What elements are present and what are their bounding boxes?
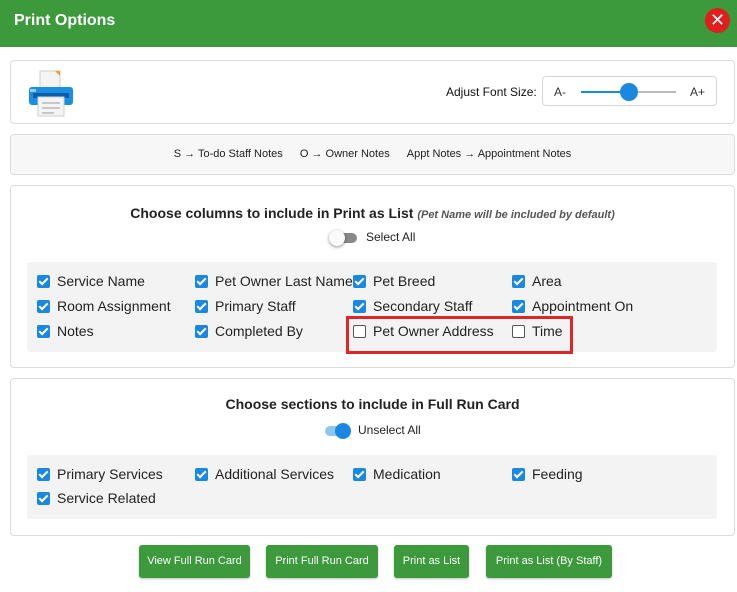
close-icon: ✕ [709, 10, 726, 30]
close-button[interactable]: ✕ [705, 8, 730, 33]
unselect-all-label: Unselect All [358, 423, 421, 438]
columns-title-text: Choose columns to include in Print as Li… [130, 205, 414, 221]
columns-title: Choose columns to include in Print as Li… [11, 205, 734, 221]
checkbox[interactable] [195, 275, 208, 288]
select-all-toggle-row[interactable]: Select All [329, 230, 415, 246]
highlight-box [346, 316, 573, 354]
checkbox[interactable] [195, 300, 208, 313]
notes-legend-panel: S → To-do Staff Notes O → Owner Notes Ap… [10, 134, 735, 175]
font-decrease-button[interactable]: A- [554, 85, 566, 99]
unselect-all-toggle[interactable] [321, 423, 351, 439]
notes-legend: S → To-do Staff Notes O → Owner Notes Ap… [11, 148, 734, 160]
checkbox[interactable] [512, 275, 525, 288]
checkbox[interactable] [353, 275, 366, 288]
select-all-toggle[interactable] [329, 230, 359, 246]
font-size-control: A- A+ [542, 76, 717, 106]
font-size-label: Adjust Font Size: [446, 85, 537, 99]
legend-item-staff-notes: S → To-do Staff Notes [173, 148, 283, 160]
slider-thumb[interactable] [619, 83, 638, 101]
font-size-slider[interactable] [581, 83, 676, 101]
sections-checkbox-grid: Primary Services Additional Services Med… [27, 455, 717, 519]
dialog-title: Print Options [14, 12, 116, 29]
view-full-run-card-button[interactable]: View Full Run Card [139, 545, 250, 578]
checkbox[interactable] [512, 300, 525, 313]
print-full-run-card-button[interactable]: Print Full Run Card [266, 545, 378, 578]
checkbox[interactable] [37, 300, 50, 313]
legend-item-appt-notes: Appt Notes → Appointment Notes [406, 148, 572, 160]
checkbox[interactable] [195, 468, 208, 481]
checkbox[interactable] [37, 492, 50, 505]
checkbox[interactable] [195, 325, 208, 338]
checkbox[interactable] [512, 468, 525, 481]
unselect-all-toggle-row[interactable]: Unselect All [321, 423, 421, 439]
sections-panel: Choose sections to include in Full Run C… [10, 378, 735, 536]
printer-icon [29, 70, 73, 117]
columns-panel: Choose columns to include in Print as Li… [10, 185, 735, 368]
checkbox[interactable] [37, 275, 50, 288]
select-all-label: Select All [366, 230, 416, 245]
dialog-header: Print Options ✕ [0, 0, 737, 47]
checkbox[interactable] [353, 468, 366, 481]
checkbox[interactable] [37, 325, 50, 338]
columns-note: (Pet Name will be included by default) [417, 209, 615, 221]
print-as-list-button[interactable]: Print as List [394, 545, 469, 578]
print-as-list-by-staff-button[interactable]: Print as List (By Staff) [486, 545, 612, 578]
font-size-panel: Adjust Font Size: A- A+ [10, 60, 735, 124]
checkbox[interactable] [37, 468, 50, 481]
legend-item-owner-notes: O → Owner Notes [299, 148, 390, 160]
sections-title: Choose sections to include in Full Run C… [225, 396, 520, 412]
font-increase-button[interactable]: A+ [690, 85, 705, 99]
checkbox[interactable] [353, 300, 366, 313]
